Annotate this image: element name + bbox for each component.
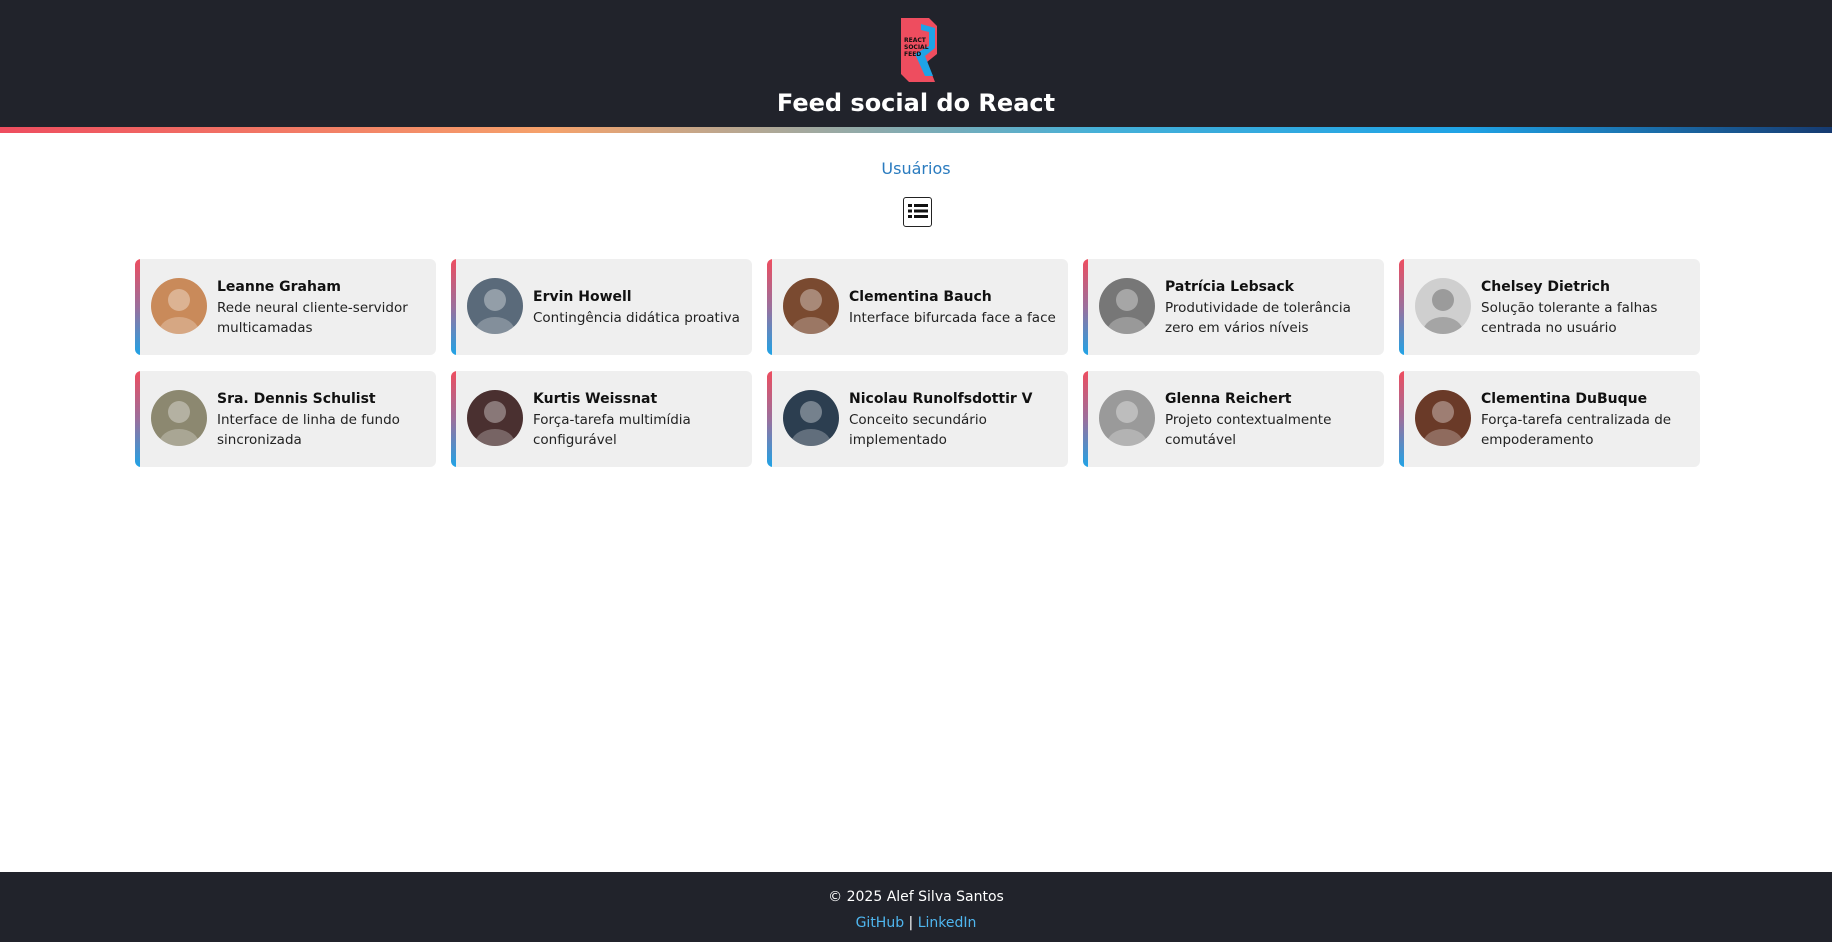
user-avatar xyxy=(151,390,207,446)
user-description: Contingência didática proativa xyxy=(533,309,740,326)
user-avatar xyxy=(783,278,839,334)
user-card-grid: Leanne Graham Rede neural cliente-servido… xyxy=(135,259,1700,467)
user-description: Solução tolerante a falhas centrada no u… xyxy=(1481,299,1658,336)
user-name: Kurtis Weissnat xyxy=(533,390,658,407)
user-name: Clementina Bauch xyxy=(849,288,992,305)
user-name: Clementina DuBuque xyxy=(1481,390,1648,407)
user-card[interactable]: Kurtis Weissnat Força-tarefa multimídia c… xyxy=(451,371,752,467)
user-card[interactable]: Clementina Bauch Interface bifurcada face… xyxy=(767,259,1068,355)
user-description: Projeto contextualmente comutável xyxy=(1165,411,1332,448)
user-name: Glenna Reichert xyxy=(1165,390,1292,407)
user-description: Interface de linha de fundo sincronizada xyxy=(217,411,400,448)
footer-link-separator: | xyxy=(908,915,918,931)
user-name: Patrícia Lebsack xyxy=(1165,278,1294,295)
user-name: Sra. Dennis Schulist xyxy=(217,390,376,407)
user-description: Interface bifurcada face a face xyxy=(849,309,1056,326)
logo-line-3: FEED xyxy=(904,51,921,58)
user-avatar xyxy=(151,278,207,334)
user-avatar xyxy=(467,390,523,446)
site-footer: © 2025 Alef Silva Santos GitHub | Linked… xyxy=(0,872,1832,942)
react-social-feed-logo[interactable]: REACT SOCIAL FEED xyxy=(899,18,937,82)
user-card[interactable]: Patrícia Lebsack Produtividade de tolerân… xyxy=(1083,259,1384,355)
list-view-icon xyxy=(907,203,928,222)
user-card[interactable]: Chelsey Dietrich Solução tolerante a falh… xyxy=(1399,259,1700,355)
user-description: Produtividade de tolerância zero em vári… xyxy=(1165,299,1351,336)
user-avatar xyxy=(1415,278,1471,334)
user-avatar xyxy=(1415,390,1471,446)
user-card[interactable]: Leanne Graham Rede neural cliente-servido… xyxy=(135,259,436,355)
site-title: Feed social do React xyxy=(776,89,1056,117)
user-card[interactable]: Glenna Reichert Projeto contextualmente c… xyxy=(1083,371,1384,467)
user-name: Ervin Howell xyxy=(533,288,632,305)
user-avatar xyxy=(467,278,523,334)
user-avatar xyxy=(1099,278,1155,334)
section-title-users: Usuários xyxy=(881,159,951,178)
user-description: Força-tarefa centralizada de empoderamen… xyxy=(1481,411,1672,448)
user-avatar xyxy=(1099,390,1155,446)
user-avatar xyxy=(783,390,839,446)
view-toggle-button[interactable] xyxy=(903,197,932,227)
footer-links: GitHub | LinkedIn xyxy=(0,913,1832,933)
logo-line-2: SOCIAL xyxy=(904,44,929,51)
github-link[interactable]: GitHub xyxy=(856,915,905,931)
user-card[interactable]: Ervin Howell Contingência didática proati… xyxy=(451,259,752,355)
user-description: Força-tarefa multimídia configurável xyxy=(533,411,691,448)
header-gradient-divider xyxy=(0,127,1832,133)
linkedin-link[interactable]: LinkedIn xyxy=(918,915,977,931)
user-description: Rede neural cliente-servidor multicamada… xyxy=(217,299,408,336)
copyright-text: © 2025 Alef Silva Santos xyxy=(828,889,1004,905)
user-card[interactable]: Sra. Dennis Schulist Interface de linha d… xyxy=(135,371,436,467)
logo-line-1: REACT xyxy=(904,37,927,44)
user-card[interactable]: Nicolau Runolfsdottir V Conceito secundár… xyxy=(767,371,1068,467)
user-name: Chelsey Dietrich xyxy=(1481,278,1610,295)
user-card[interactable]: Clementina DuBuque Força-tarefa centraliz… xyxy=(1399,371,1700,467)
user-name: Nicolau Runolfsdottir V xyxy=(849,390,1033,407)
user-name: Leanne Graham xyxy=(217,278,342,295)
user-description: Conceito secundário implementado xyxy=(849,411,987,448)
site-header: REACT SOCIAL FEED Feed social do React xyxy=(0,0,1832,128)
